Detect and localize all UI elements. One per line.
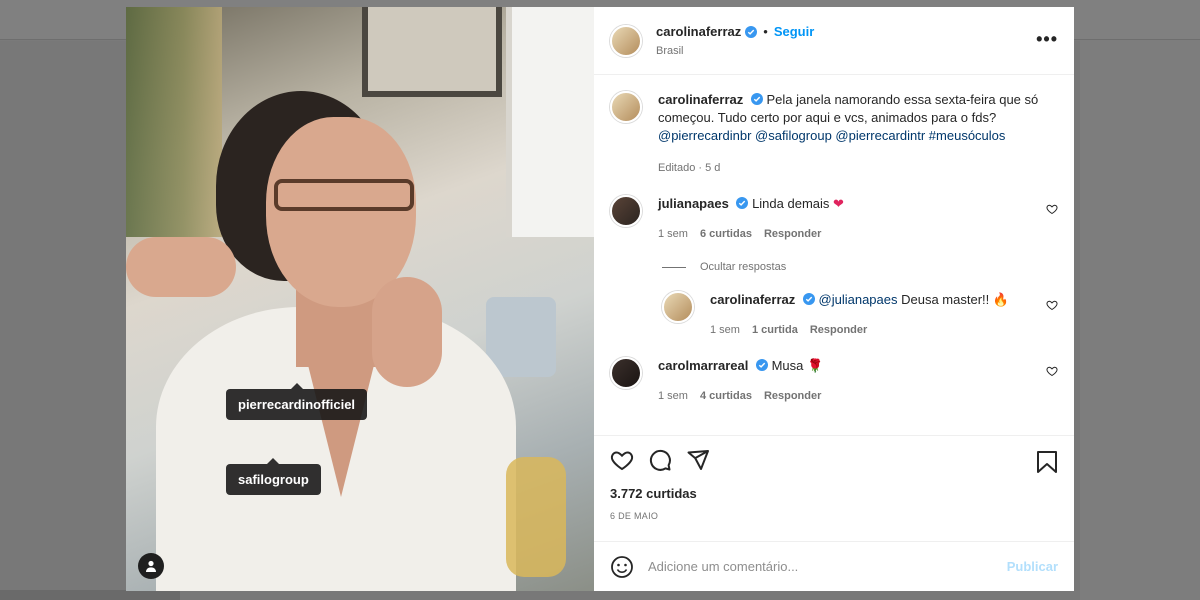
comment-item: carolmarrareal Musa 🌹 1 sem 4 curtidas R… bbox=[610, 357, 1058, 405]
post-date[interactable]: 6 DE MAIO bbox=[610, 511, 1058, 521]
reply-username[interactable]: carolinaferraz bbox=[710, 292, 795, 307]
reply-button[interactable]: Responder bbox=[764, 225, 821, 243]
post-image[interactable]: pierrecardinofficiel safilogroup bbox=[126, 7, 594, 591]
background-thumbnail bbox=[1080, 40, 1200, 600]
like-comment-icon[interactable] bbox=[1046, 365, 1058, 377]
background-thumbnail bbox=[0, 590, 180, 600]
verified-badge-icon bbox=[750, 93, 763, 105]
verified-badge-icon bbox=[755, 359, 768, 371]
avatar[interactable] bbox=[662, 291, 694, 323]
post-modal: pierrecardinofficiel safilogroup carolin… bbox=[126, 7, 1074, 591]
emoji-icon[interactable] bbox=[610, 555, 634, 579]
hide-replies-button[interactable]: Ocultar respostas bbox=[662, 261, 1058, 273]
avatar[interactable] bbox=[610, 357, 642, 389]
separator-dot: • bbox=[763, 24, 768, 39]
verified-badge-icon bbox=[802, 293, 815, 305]
comment-likes[interactable]: 4 curtidas bbox=[700, 387, 752, 405]
comment-composer: Publicar bbox=[594, 541, 1074, 591]
caption: carolinaferraz Pela janela namorando ess… bbox=[610, 91, 1058, 177]
likes-count[interactable]: 3.772 curtidas bbox=[610, 486, 1058, 501]
comment-input[interactable] bbox=[648, 559, 1007, 574]
comment-username[interactable]: carolmarrareal bbox=[658, 358, 748, 373]
reply-likes[interactable]: 1 curtida bbox=[752, 321, 798, 339]
comment-item: julianapaes Linda demais ❤ 1 sem 6 curti… bbox=[610, 195, 1058, 243]
like-comment-icon[interactable] bbox=[1046, 203, 1058, 215]
post-location[interactable]: Brasil bbox=[656, 45, 814, 57]
like-comment-icon[interactable] bbox=[1046, 299, 1058, 311]
caption-username[interactable]: carolinaferraz bbox=[658, 92, 743, 107]
avatar[interactable] bbox=[610, 24, 642, 57]
verified-badge-icon bbox=[745, 25, 758, 38]
reply-item: carolinaferraz @julianapaes Deusa master… bbox=[662, 291, 1058, 339]
heart-emoji: ❤ bbox=[833, 196, 844, 211]
reply-button[interactable]: Responder bbox=[810, 321, 867, 339]
share-icon[interactable] bbox=[686, 448, 710, 472]
post-header: carolinaferraz • Seguir Brasil ••• bbox=[594, 7, 1074, 75]
hide-replies-label: Ocultar respostas bbox=[700, 261, 787, 273]
photo-tag-safilogroup[interactable]: safilogroup bbox=[226, 458, 321, 495]
comment-likes[interactable]: 6 curtidas bbox=[700, 225, 752, 243]
reply-button[interactable]: Responder bbox=[764, 387, 821, 405]
comments-list[interactable]: carolinaferraz Pela janela namorando ess… bbox=[594, 75, 1074, 435]
reply-text: Deusa master!! 🔥 bbox=[897, 292, 1010, 307]
publish-button[interactable]: Publicar bbox=[1007, 559, 1058, 574]
heart-icon[interactable] bbox=[610, 448, 634, 472]
user-tag-icon[interactable] bbox=[138, 553, 164, 579]
verified-badge-icon bbox=[736, 197, 749, 209]
post-details-panel: carolinaferraz • Seguir Brasil ••• carol… bbox=[594, 7, 1074, 591]
caption-meta: Editado · 5 d bbox=[658, 162, 721, 174]
reply-mention[interactable]: @julianapaes bbox=[819, 292, 898, 307]
caption-mentions[interactable]: @pierrecardinbr @safilogroup @pierrecard… bbox=[658, 127, 1058, 145]
comment-text: Musa 🌹 bbox=[771, 358, 824, 373]
comment-time[interactable]: 1 sem bbox=[658, 225, 688, 243]
avatar[interactable] bbox=[610, 195, 642, 227]
more-options-button[interactable]: ••• bbox=[1036, 29, 1058, 50]
author-username[interactable]: carolinaferraz bbox=[656, 24, 741, 39]
photo-tag-pierrecardinofficiel[interactable]: pierrecardinofficiel bbox=[226, 383, 368, 420]
post-actions: 3.772 curtidas 6 DE MAIO bbox=[594, 435, 1074, 541]
comment-time[interactable]: 1 sem bbox=[658, 387, 688, 405]
comment-icon[interactable] bbox=[648, 448, 672, 472]
bookmark-icon[interactable] bbox=[1036, 450, 1058, 474]
comment-username[interactable]: julianapaes bbox=[658, 196, 729, 211]
follow-button[interactable]: Seguir bbox=[774, 24, 814, 39]
comment-text: Linda demais bbox=[752, 196, 830, 211]
avatar[interactable] bbox=[610, 91, 642, 123]
reply-time[interactable]: 1 sem bbox=[710, 321, 740, 339]
